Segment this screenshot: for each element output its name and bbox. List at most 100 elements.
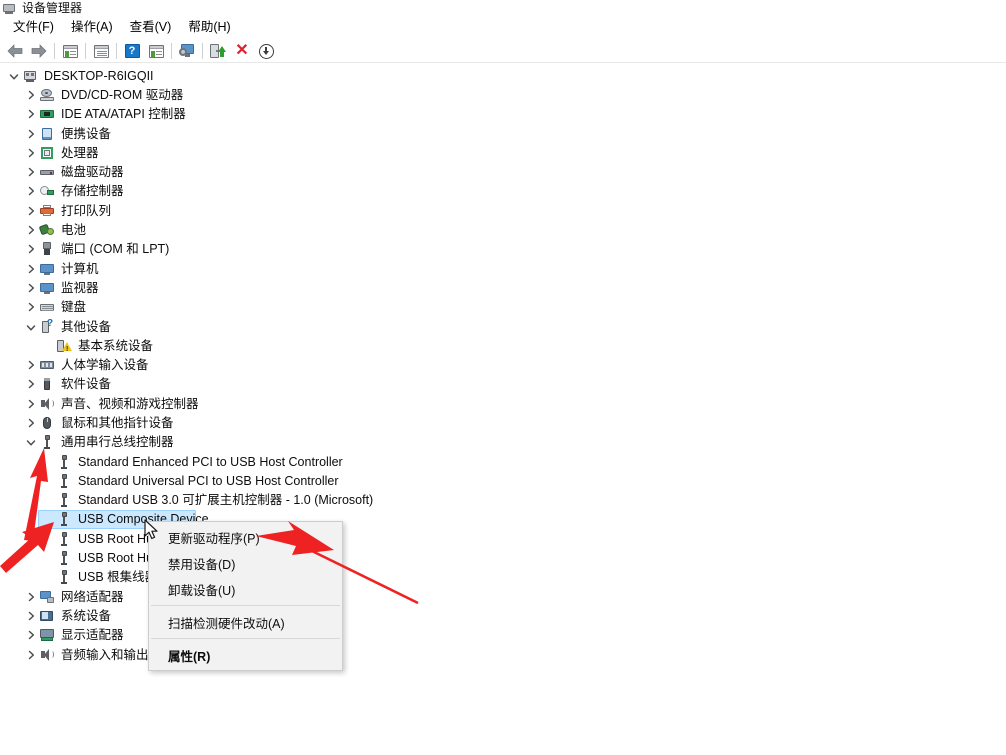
- display-adapter-icon: [39, 627, 55, 643]
- tree-row-label: DVD/CD-ROM 驱动器: [61, 87, 184, 102]
- keyboard-icon: [39, 299, 55, 315]
- tree-row-label: 键盘: [61, 300, 87, 315]
- usb-icon: [39, 434, 55, 450]
- window-title: 设备管理器: [22, 1, 83, 15]
- ctx-update-driver[interactable]: 更新驱动程序(P): [149, 524, 342, 550]
- toolbar-scan-hardware[interactable]: [175, 41, 199, 61]
- toolbar-update-view[interactable]: [144, 41, 168, 61]
- tree-row[interactable]: 存储控制器: [0, 182, 1006, 201]
- tree-chevron-none: [40, 511, 56, 527]
- tree-row-root[interactable]: DESKTOP-R6IGQII: [0, 66, 1006, 85]
- tree-row-label: Standard Enhanced PCI to USB Host Contro…: [78, 454, 343, 469]
- chevron-right-icon[interactable]: [23, 647, 39, 663]
- toolbar-show-hidden[interactable]: [58, 41, 82, 61]
- menu-help[interactable]: 帮助(H): [180, 17, 239, 37]
- tree-row[interactable]: 键盘: [0, 298, 1006, 317]
- chevron-right-icon[interactable]: [23, 376, 39, 392]
- tree-row[interactable]: 便携设备: [0, 124, 1006, 143]
- system-device-icon: [39, 608, 55, 624]
- tree-row-label: 计算机: [61, 261, 99, 276]
- chevron-down-icon[interactable]: [23, 319, 39, 335]
- chevron-right-icon[interactable]: [23, 126, 39, 142]
- hid-icon: [39, 357, 55, 373]
- ctx-properties[interactable]: 属性(R): [149, 642, 342, 668]
- chevron-right-icon[interactable]: [23, 203, 39, 219]
- toolbar-update-driver[interactable]: [206, 41, 230, 61]
- chevron-right-icon[interactable]: [23, 106, 39, 122]
- software-device-icon: [39, 376, 55, 392]
- chevron-right-icon[interactable]: [23, 396, 39, 412]
- tree-row[interactable]: Standard Enhanced PCI to USB Host Contro…: [0, 452, 1006, 471]
- tree-row-label: 软件设备: [61, 377, 112, 392]
- toolbar-uninstall[interactable]: ✕: [230, 41, 254, 61]
- chevron-right-icon[interactable]: [23, 415, 39, 431]
- tree-row[interactable]: 处理器: [0, 143, 1006, 162]
- tree-row[interactable]: Standard Universal PCI to USB Host Contr…: [0, 471, 1006, 490]
- port-icon: [39, 241, 55, 257]
- tree-row[interactable]: 电池: [0, 220, 1006, 239]
- tree-row[interactable]: 打印队列: [0, 201, 1006, 220]
- toolbar-disable[interactable]: [254, 41, 278, 61]
- tree-row[interactable]: 通用串行总线控制器: [0, 433, 1006, 452]
- tree-row[interactable]: ? 其他设备: [0, 317, 1006, 336]
- tree-row[interactable]: IDE ATA/ATAPI 控制器: [0, 105, 1006, 124]
- toolbar-divider: [0, 62, 1006, 63]
- tree-row-label: 人体学输入设备: [61, 358, 149, 373]
- tree-row[interactable]: Standard USB 3.0 可扩展主机控制器 - 1.0 (Microso…: [0, 491, 1006, 510]
- toolbar-help[interactable]: ?: [120, 41, 144, 61]
- chevron-down-icon[interactable]: [6, 68, 22, 84]
- tree-row[interactable]: 监视器: [0, 278, 1006, 297]
- tree-row-label: USB 根集线器: [78, 570, 158, 585]
- menu-file[interactable]: 文件(F): [5, 17, 63, 37]
- tree-chevron-none: [40, 473, 56, 489]
- ctx-uninstall-device[interactable]: 卸载设备(U): [149, 576, 342, 602]
- tree-row[interactable]: 磁盘驱动器: [0, 162, 1006, 181]
- tree-row[interactable]: 端口 (COM 和 LPT): [0, 240, 1006, 259]
- chevron-right-icon[interactable]: [23, 183, 39, 199]
- update-view-icon: [148, 44, 164, 58]
- toolbar-forward[interactable]: [27, 41, 51, 61]
- chevron-down-icon[interactable]: [23, 434, 39, 450]
- context-menu[interactable]: 更新驱动程序(P) 禁用设备(D) 卸载设备(U) 扫描检测硬件改动(A) 属性(R): [148, 521, 343, 671]
- network-adapter-icon: [39, 589, 55, 605]
- toolbar-properties[interactable]: [89, 41, 113, 61]
- toolbar-back[interactable]: [3, 41, 27, 61]
- chevron-right-icon[interactable]: [23, 589, 39, 605]
- tree-row-label: Standard USB 3.0 可扩展主机控制器 - 1.0 (Microso…: [78, 493, 374, 508]
- tree-row[interactable]: 声音、视频和游戏控制器: [0, 394, 1006, 413]
- context-menu-separator: [151, 605, 340, 606]
- menu-action[interactable]: 操作(A): [63, 17, 122, 37]
- print-queue-icon: [39, 203, 55, 219]
- chevron-right-icon[interactable]: [23, 87, 39, 103]
- computer-node-icon: [39, 261, 55, 277]
- toolbar: ? ✕: [0, 40, 1006, 62]
- chevron-right-icon[interactable]: [23, 164, 39, 180]
- tree-chevron-none: [40, 550, 56, 566]
- chevron-right-icon[interactable]: [23, 261, 39, 277]
- tree-row[interactable]: 软件设备: [0, 375, 1006, 394]
- tree-row-label: 音频输入和输出: [61, 647, 149, 662]
- portable-device-icon: [39, 126, 55, 142]
- toolbar-separator: [85, 43, 86, 59]
- tree-row[interactable]: 计算机: [0, 259, 1006, 278]
- ctx-disable-device[interactable]: 禁用设备(D): [149, 550, 342, 576]
- menu-view[interactable]: 查看(V): [122, 17, 181, 37]
- tree-row[interactable]: ! 基本系统设备: [0, 336, 1006, 355]
- tree-row[interactable]: DVD/CD-ROM 驱动器: [0, 85, 1006, 104]
- unknown-device-icon: ?: [39, 318, 55, 335]
- monitor-icon: [39, 280, 55, 296]
- tree-row[interactable]: 人体学输入设备: [0, 355, 1006, 374]
- chevron-right-icon[interactable]: [23, 280, 39, 296]
- chevron-right-icon[interactable]: [23, 299, 39, 315]
- ctx-scan-hardware[interactable]: 扫描检测硬件改动(A): [149, 609, 342, 635]
- tree-row[interactable]: 鼠标和其他指针设备: [0, 413, 1006, 432]
- chevron-right-icon[interactable]: [23, 627, 39, 643]
- chevron-right-icon[interactable]: [23, 357, 39, 373]
- chevron-right-icon[interactable]: [23, 608, 39, 624]
- chevron-right-icon[interactable]: [23, 241, 39, 257]
- chevron-right-icon[interactable]: [23, 222, 39, 238]
- chevron-right-icon[interactable]: [23, 145, 39, 161]
- toolbar-separator: [202, 43, 203, 59]
- usb-icon: [56, 531, 72, 547]
- storage-controller-icon: [39, 183, 55, 199]
